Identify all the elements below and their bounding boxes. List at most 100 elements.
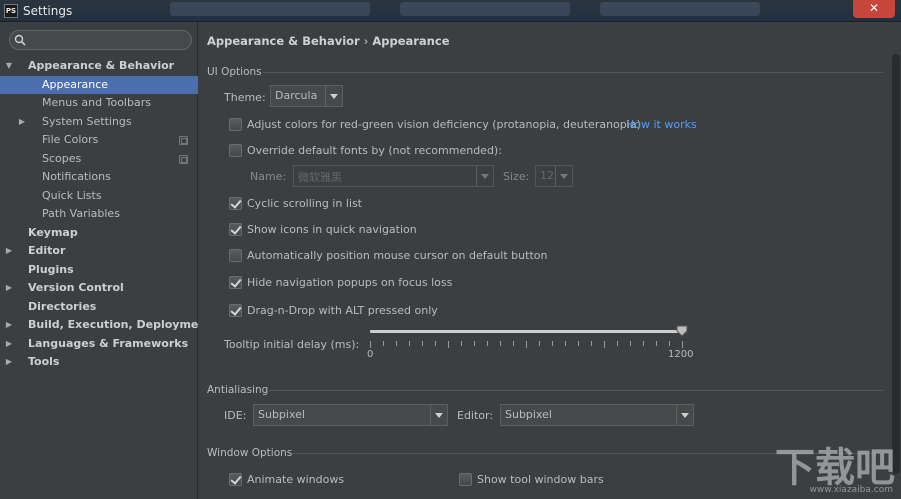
expand-arrow-right-icon[interactable]: ▶ (4, 242, 14, 261)
sidebar-item-menus-and-toolbars[interactable]: Menus and Toolbars (0, 94, 198, 113)
how-it-works-link[interactable]: How it works (626, 118, 697, 131)
font-size-value: 12 (540, 169, 554, 182)
override-fonts-label[interactable]: Override default fonts by (not recommend… (247, 144, 502, 157)
section-divider (263, 72, 883, 73)
expand-arrow-right-icon[interactable]: ▶ (4, 353, 14, 372)
chevron-down-icon (325, 86, 342, 106)
slider-tick (409, 341, 410, 346)
slider-tick (500, 341, 501, 346)
settings-main-panel: Appearance & Behavior › Appearance UI Opti… (199, 22, 901, 499)
font-size-dropdown[interactable]: 12 (535, 165, 573, 187)
ide-antialiasing-label: IDE: (224, 409, 247, 422)
slider-tick (552, 341, 553, 346)
theme-dropdown-value: Darcula (275, 89, 318, 102)
expand-arrow-right-icon[interactable]: ▶ (4, 316, 14, 335)
drag-drop-checkbox[interactable] (229, 304, 242, 317)
show-tool-window-bars-checkbox[interactable] (459, 473, 472, 486)
sidebar-item-label: Keymap (28, 225, 78, 239)
title-bar: PS Settings ✕ (0, 0, 901, 22)
editor-antialiasing-dropdown[interactable]: Subpixel (500, 404, 694, 426)
slider-tick (669, 341, 670, 346)
breadcrumb-parent[interactable]: Appearance & Behavior (207, 34, 360, 48)
animate-windows-label[interactable]: Animate windows (247, 473, 344, 486)
background-window-blur (170, 2, 370, 16)
animate-windows-checkbox[interactable] (229, 473, 242, 486)
sidebar-item-label: Tools (28, 355, 60, 368)
watermark-logo: 下载吧 www.xiazaiba.com (755, 435, 895, 495)
sidebar-item-appearance-behavior[interactable]: ▼ Appearance & Behavior (0, 57, 198, 76)
ide-antialiasing-value: Subpixel (258, 408, 305, 421)
close-button[interactable]: ✕ (853, 0, 895, 18)
theme-label: Theme: (224, 91, 266, 104)
adjust-colors-checkbox[interactable] (229, 118, 242, 131)
tooltip-delay-slider[interactable] (370, 330, 682, 333)
slider-tick (591, 341, 592, 346)
search-icon (14, 34, 26, 46)
expand-arrow-right-icon[interactable]: ▶ (4, 279, 14, 298)
slider-thumb[interactable] (676, 325, 688, 337)
sidebar-item-file-colors[interactable]: File Colors (0, 131, 198, 150)
show-icons-label[interactable]: Show icons in quick navigation (247, 223, 417, 236)
override-fonts-checkbox[interactable] (229, 144, 242, 157)
slider-tick (513, 341, 514, 346)
theme-dropdown[interactable]: Darcula (270, 85, 343, 107)
sidebar-item-plugins[interactable]: Plugins (0, 261, 198, 280)
show-tool-window-bars-label[interactable]: Show tool window bars (477, 473, 604, 486)
section-title-ui-options: UI Options (207, 66, 262, 78)
slider-tick (578, 341, 579, 346)
sidebar-item-label: Appearance (42, 77, 109, 91)
expand-arrow-down-icon[interactable]: ▼ (4, 57, 14, 76)
auto-mouse-checkbox[interactable] (229, 249, 242, 262)
window-title: Settings (23, 4, 73, 18)
editor-antialiasing-label: Editor: (457, 409, 494, 422)
sidebar-item-version-control[interactable]: ▶ Version Control (0, 279, 198, 298)
breadcrumb: Appearance & Behavior › Appearance (207, 34, 450, 48)
sidebar-item-directories[interactable]: Directories (0, 298, 198, 317)
expand-arrow-right-icon[interactable]: ▶ (17, 113, 27, 132)
sidebar-item-keymap[interactable]: Keymap (0, 224, 198, 243)
sidebar-item-tools[interactable]: ▶ Tools (0, 353, 198, 372)
ide-antialiasing-dropdown[interactable]: Subpixel (253, 404, 448, 426)
font-name-dropdown[interactable]: 微软雅黑 (293, 165, 494, 187)
sidebar-item-label: Plugins (28, 262, 74, 276)
vertical-scrollbar[interactable] (891, 22, 901, 499)
chevron-down-icon (430, 405, 447, 425)
sidebar-item-label: Languages & Frameworks (28, 336, 189, 350)
scrollbar-thumb[interactable] (892, 54, 900, 474)
sidebar-item-appearance[interactable]: Appearance (0, 75, 198, 94)
sidebar-item-quick-lists[interactable]: Quick Lists (0, 187, 198, 206)
drag-drop-label[interactable]: Drag-n-Drop with ALT pressed only (247, 304, 438, 317)
sidebar-item-label: File Colors (42, 133, 99, 146)
slider-tick (461, 341, 462, 346)
hide-nav-popups-label[interactable]: Hide navigation popups on focus loss (247, 276, 452, 289)
hide-nav-popups-checkbox[interactable] (229, 276, 242, 289)
sidebar-item-scopes[interactable]: Scopes (0, 150, 198, 169)
sidebar-item-label: Editor (28, 244, 66, 257)
sidebar-item-build-execution-deployment[interactable]: ▶ Build, Execution, Deployment (0, 316, 212, 335)
expand-arrow-right-icon[interactable]: ▶ (4, 335, 14, 354)
slider-tick (448, 341, 449, 348)
sidebar-item-languages-frameworks[interactable]: ▶ Languages & Frameworks (0, 335, 198, 354)
sidebar-item-label: Quick Lists (42, 188, 102, 202)
sidebar-item-label: Menus and Toolbars (42, 96, 151, 109)
sidebar-item-notifications[interactable]: Notifications (0, 168, 198, 187)
show-icons-checkbox[interactable] (229, 223, 242, 236)
slider-tick (526, 341, 527, 348)
sidebar-item-system-settings[interactable]: ▶ System Settings (0, 113, 198, 132)
sidebar-item-label: System Settings (42, 114, 132, 128)
slider-tick (656, 341, 657, 346)
cyclic-scrolling-checkbox[interactable] (229, 197, 242, 210)
slider-max-label: 1200 (668, 349, 694, 360)
slider-tick (604, 341, 605, 348)
tooltip-delay-label: Tooltip initial delay (ms): (224, 338, 360, 351)
slider-tick (565, 341, 566, 346)
slider-tick (643, 341, 644, 346)
search-input[interactable] (9, 30, 192, 50)
auto-mouse-label[interactable]: Automatically position mouse cursor on d… (247, 249, 547, 262)
cyclic-scrolling-label[interactable]: Cyclic scrolling in list (247, 197, 362, 210)
sidebar-item-path-variables[interactable]: Path Variables (0, 205, 198, 224)
sidebar-item-label: Scopes (42, 151, 82, 165)
chevron-down-icon (555, 166, 572, 186)
adjust-colors-label[interactable]: Adjust colors for red-green vision defic… (247, 118, 641, 131)
sidebar-item-editor[interactable]: ▶ Editor (0, 242, 198, 261)
